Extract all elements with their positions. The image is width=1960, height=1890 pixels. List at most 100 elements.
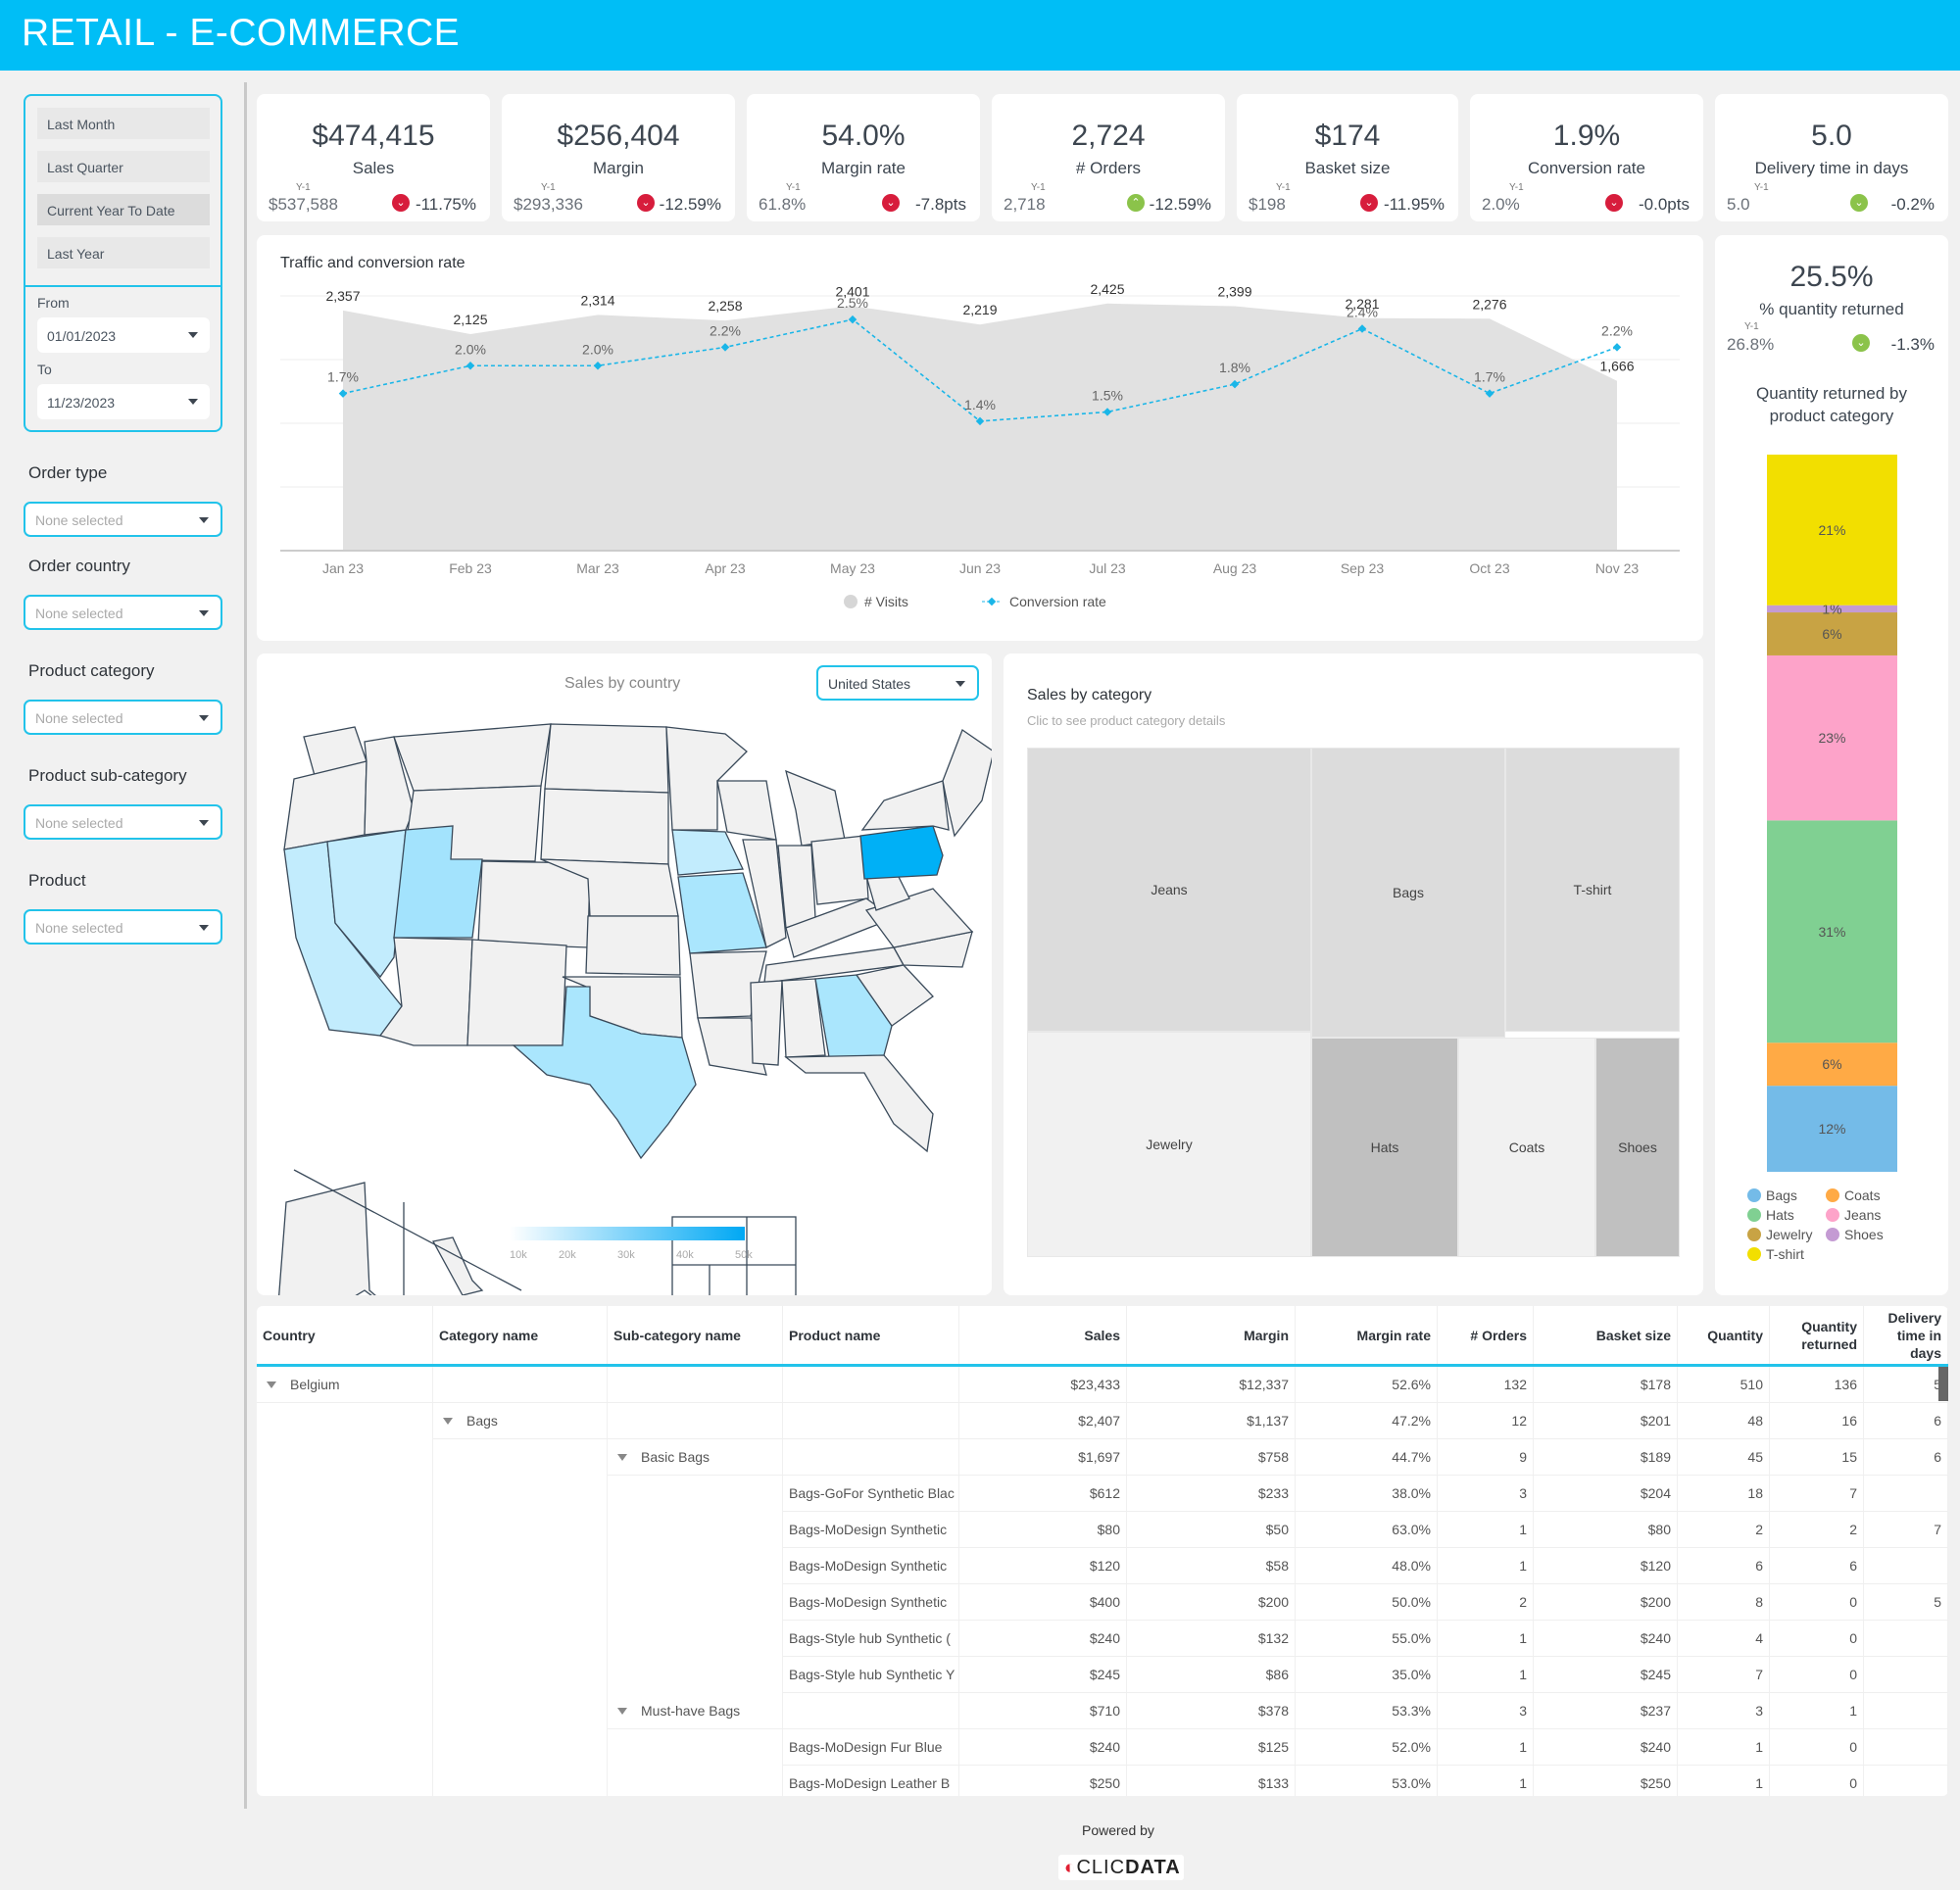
value-cell: 5	[1864, 1367, 1948, 1403]
value-cell: 1	[1438, 1548, 1534, 1584]
visits-data-label: 2,125	[453, 312, 487, 327]
table-row[interactable]: Belgium $23,433$12,33752.6%132$1785101365	[257, 1367, 1948, 1403]
column-header[interactable]: Quantity	[1678, 1306, 1770, 1365]
value-cell: $245	[959, 1657, 1127, 1693]
conversion-data-label: 2.0%	[455, 341, 486, 357]
collapse-triangle-icon[interactable]	[443, 1418, 453, 1425]
table-row[interactable]: Basic Bags $1,697 $758 44.7% 9 $189 45 15 6	[257, 1439, 1948, 1476]
row-label: Bags-Style hub Synthetic Y	[789, 1667, 956, 1682]
column-header[interactable]: Quantity returned	[1770, 1306, 1864, 1365]
treemap-tile-hats[interactable]: Hats	[1311, 1038, 1458, 1257]
us-choropleth-map	[278, 723, 992, 1295]
collapse-triangle-icon[interactable]	[617, 1454, 627, 1461]
product-label: Product	[28, 871, 86, 890]
row-label: Bags-MoDesign Leather B	[789, 1775, 951, 1791]
preset-last-month[interactable]: Last Month	[37, 108, 210, 139]
column-header[interactable]: Margin rate	[1296, 1306, 1438, 1365]
kpi-card-margin-rate: 54.0% Margin rate Y-1 61.8% ⌄ -7.8pts	[747, 94, 980, 221]
legend-label: Bags	[1766, 1187, 1797, 1203]
to-date-input[interactable]: 11/23/2023	[37, 384, 210, 419]
value-cell: $378	[1127, 1693, 1296, 1729]
table-row[interactable]: Bags-MoDesign Synthetic $80 $50 63.0% 1 $80 2 2…	[257, 1512, 1948, 1548]
state-north-dakota	[544, 723, 669, 794]
filter-divider	[25, 285, 220, 287]
collapse-triangle-icon[interactable]	[617, 1708, 627, 1715]
empty-cell	[433, 1439, 608, 1476]
treemap-tile-bags[interactable]: Bags	[1311, 748, 1505, 1038]
table-row[interactable]: Bags-MoDesign Synthetic $400 $200 50.0% 2 $20…	[257, 1584, 1948, 1621]
table-row[interactable]: Bags-MoDesign Fur Blue $240 $125 52.0% 1 $240…	[257, 1729, 1948, 1766]
table-row[interactable]: Bags $2,407 $1,137 47.2% 12 $201 48 16 6	[257, 1403, 1948, 1439]
legend-swatch	[1826, 1208, 1839, 1222]
value-cell: 1	[1438, 1512, 1534, 1548]
map-card: Sales by country United States 10k 20k 3…	[257, 654, 992, 1295]
order-type-select[interactable]: None selected	[24, 502, 222, 537]
kpi-card-delivery-time-in-days: 5.0 Delivery time in days Y-1 5.0 ⌄ -0.2%	[1715, 94, 1948, 221]
value-cell: $758	[1127, 1439, 1296, 1476]
row-label: Bags-MoDesign Synthetic	[789, 1558, 948, 1574]
preset-last-year[interactable]: Last Year	[37, 237, 210, 268]
table-row[interactable]: Must-have Bags $710 $378 53.3% 3 $237 3 1	[257, 1693, 1948, 1729]
product-select[interactable]: None selected	[24, 909, 222, 945]
value-cell: $237	[1534, 1693, 1678, 1729]
row-label: Bags-GoFor Synthetic Blac	[789, 1485, 955, 1501]
treemap-tile-jeans[interactable]: Jeans	[1027, 748, 1311, 1032]
order-country-select[interactable]: None selected	[24, 595, 222, 630]
kpi-delta: -0.2%	[1890, 195, 1935, 214]
column-header[interactable]: Country	[257, 1306, 433, 1365]
value-cell: 53.3%	[1296, 1693, 1438, 1729]
empty-cell	[433, 1367, 608, 1403]
state-ohio	[810, 835, 869, 905]
column-header[interactable]: Basket size	[1534, 1306, 1678, 1365]
value-cell	[1864, 1766, 1948, 1796]
treemap-tile-t-shirt[interactable]: T-shirt	[1505, 748, 1680, 1032]
legend-label: T-shirt	[1766, 1246, 1804, 1262]
treemap-tile-shoes[interactable]: Shoes	[1595, 1038, 1680, 1257]
value-cell: 55.0%	[1296, 1621, 1438, 1657]
empty-cell	[783, 1693, 959, 1729]
table-row[interactable]: Bags-MoDesign Synthetic $120 $58 48.0% 1 $120…	[257, 1548, 1948, 1584]
value-cell: 45	[1678, 1439, 1770, 1476]
column-header[interactable]: Delivery time in days	[1864, 1306, 1948, 1365]
from-date-input[interactable]: 01/01/2023	[37, 317, 210, 353]
table-row[interactable]: Bags-MoDesign Leather B $250 $133 53.0% 1 $25…	[257, 1766, 1948, 1796]
value-cell: $250	[1534, 1766, 1678, 1796]
product-subcategory-select[interactable]: None selected	[24, 804, 222, 840]
column-header[interactable]: Sub-category name	[608, 1306, 783, 1365]
value-cell: 6	[1864, 1403, 1948, 1439]
preset-current-year-to-date[interactable]: Current Year To Date	[37, 194, 210, 225]
empty-cell	[608, 1367, 783, 1403]
kpi-previous-value: 2,718	[1004, 195, 1046, 214]
treemap-tile-coats[interactable]: Coats	[1458, 1038, 1595, 1257]
table-row[interactable]: Bags-Style hub Synthetic Y $245 $86 35.0% 1 $…	[257, 1657, 1948, 1693]
row-label: Basic Bags	[641, 1449, 710, 1465]
table-row[interactable]: Bags-GoFor Synthetic Blac $612 $233 38.0% 3 $…	[257, 1476, 1948, 1512]
product-category-select[interactable]: None selected	[24, 700, 222, 735]
date-range-filter: Last Month Last Quarter Current Year To …	[24, 94, 222, 432]
treemap-tile-jewelry[interactable]: Jewelry	[1027, 1032, 1311, 1257]
visits-data-label: 2,425	[1090, 281, 1124, 297]
x-tick-label: Sep 23	[1341, 560, 1385, 576]
x-tick-label: Mar 23	[576, 560, 619, 576]
value-cell: 48	[1678, 1403, 1770, 1439]
value-cell: 1	[1678, 1729, 1770, 1766]
empty-cell	[608, 1729, 783, 1766]
row-label-cell: Bags-MoDesign Fur Blue	[783, 1729, 959, 1766]
to-label: To	[37, 362, 52, 377]
value-cell: 9	[1438, 1439, 1534, 1476]
column-header[interactable]: Category name	[433, 1306, 608, 1365]
value-cell: 1	[1770, 1693, 1864, 1729]
empty-cell	[433, 1693, 608, 1729]
column-header[interactable]: # Orders	[1438, 1306, 1534, 1365]
table-row[interactable]: Bags-Style hub Synthetic ($240 $132 55.0% 1…	[257, 1621, 1948, 1657]
column-header[interactable]: Sales	[959, 1306, 1127, 1365]
kpi-value: $256,404	[557, 120, 680, 152]
column-header[interactable]: Product name	[783, 1306, 959, 1365]
column-header[interactable]: Margin	[1127, 1306, 1296, 1365]
table-scrollbar[interactable]	[1938, 1367, 1948, 1401]
x-tick-label: Aug 23	[1213, 560, 1257, 576]
collapse-triangle-icon[interactable]	[267, 1381, 276, 1388]
bar-segment-label: 23%	[1818, 730, 1845, 746]
preset-last-quarter[interactable]: Last Quarter	[37, 151, 210, 182]
map-legend-tick: 10k	[510, 1249, 527, 1261]
